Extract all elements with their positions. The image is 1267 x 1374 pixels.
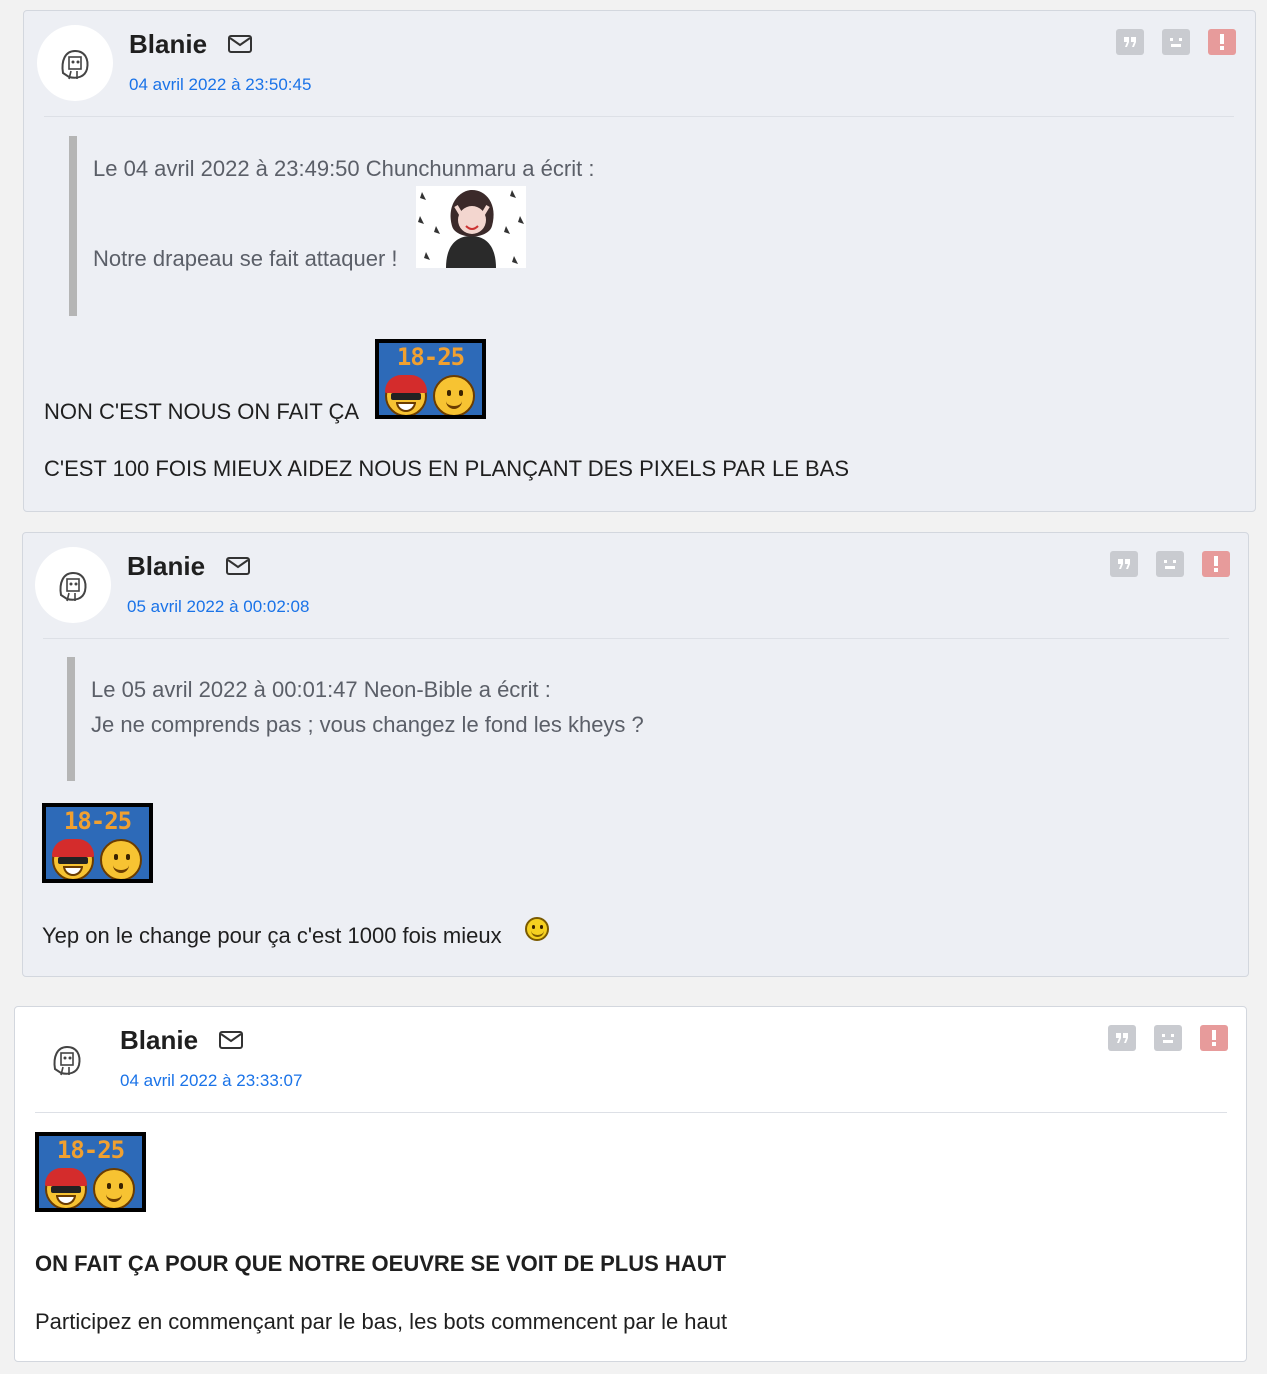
- post-actions: [1108, 1025, 1228, 1051]
- sticker-label: 18-25: [63, 807, 132, 835]
- post-text-line: NON C'EST NOUS ON FAIT ÇA: [44, 399, 360, 424]
- quote-header: Le 04 avril 2022 à 23:49:50 Chunchunmaru…: [93, 156, 595, 181]
- forum-post: Blanie 04 avril 2022 à 23:33:07 18-25 ON…: [14, 1006, 1247, 1362]
- post-text-line: ON FAIT ÇA POUR QUE NOTRE OEUVRE SE VOIT…: [35, 1251, 727, 1276]
- quote-icon: [1124, 37, 1136, 47]
- avatar[interactable]: [35, 547, 111, 623]
- quote-button[interactable]: [1110, 551, 1138, 577]
- post-separator: [35, 1112, 1227, 1113]
- report-button[interactable]: [1208, 29, 1236, 55]
- sticker-18-25[interactable]: 18-25: [375, 339, 486, 419]
- quote-header: Le 05 avril 2022 à 00:01:47 Neon-Bible a…: [91, 677, 551, 702]
- owl-avatar-icon: [61, 49, 89, 80]
- avatar[interactable]: [29, 1021, 105, 1097]
- sticker-18-25[interactable]: 18-25: [35, 1132, 146, 1212]
- sticker-18-25[interactable]: 18-25: [42, 803, 153, 883]
- quote-block: Le 05 avril 2022 à 00:01:47 Neon-Bible a…: [67, 657, 767, 781]
- smiley-icon: [525, 917, 549, 941]
- forum-post: Blanie 04 avril 2022 à 23:50:45 Le 04 av…: [23, 10, 1256, 512]
- sunglasses-face-icon: [385, 375, 427, 415]
- sad-face-icon: [1162, 1034, 1174, 1043]
- quote-block: Le 04 avril 2022 à 23:49:50 Chunchunmaru…: [69, 136, 769, 316]
- post-actions: [1110, 551, 1230, 577]
- sad-face-icon: [1164, 560, 1176, 569]
- sticker-label: 18-25: [56, 1136, 125, 1164]
- post-text-line: Participez en commençant par le bas, les…: [35, 1309, 728, 1334]
- quote-icon: [1118, 559, 1130, 569]
- report-icon: [1214, 556, 1218, 572]
- report-icon: [1212, 1030, 1216, 1046]
- post-separator: [44, 116, 1234, 117]
- sad-face-button[interactable]: [1162, 29, 1190, 55]
- sad-face-button[interactable]: [1154, 1025, 1182, 1051]
- mail-icon[interactable]: [219, 1031, 243, 1049]
- post-separator: [43, 638, 1229, 639]
- report-button[interactable]: [1202, 551, 1230, 577]
- post-text-line: C'EST 100 FOIS MIEUX AIDEZ NOUS EN PLANÇ…: [44, 456, 850, 481]
- post-text-line: Yep on le change pour ça c'est 1000 fois…: [42, 923, 502, 948]
- owl-avatar-icon: [53, 1045, 81, 1076]
- quote-icon: [1116, 1033, 1128, 1043]
- smile-face-icon: [93, 1168, 135, 1208]
- mail-icon[interactable]: [228, 35, 252, 53]
- quote-text: Je ne comprends pas ; vous changez le fo…: [91, 712, 644, 737]
- sunglasses-face-icon: [52, 839, 94, 879]
- author-name[interactable]: Blanie: [120, 1025, 198, 1056]
- smile-face-icon: [100, 839, 142, 879]
- mail-icon[interactable]: [226, 557, 250, 575]
- sunglasses-face-icon: [45, 1168, 87, 1208]
- quote-button[interactable]: [1116, 29, 1144, 55]
- author-name[interactable]: Blanie: [127, 551, 205, 582]
- sad-face-button[interactable]: [1156, 551, 1184, 577]
- quote-button[interactable]: [1108, 1025, 1136, 1051]
- post-date[interactable]: 04 avril 2022 à 23:50:45: [129, 75, 311, 95]
- post-actions: [1116, 29, 1236, 55]
- owl-avatar-icon: [59, 571, 87, 602]
- smile-face-icon: [433, 375, 475, 415]
- post-date[interactable]: 04 avril 2022 à 23:33:07: [120, 1071, 302, 1091]
- sad-face-icon: [1170, 38, 1182, 47]
- sticker-label: 18-25: [396, 343, 465, 371]
- quote-text: Notre drapeau se fait attaquer !: [93, 246, 398, 271]
- report-icon: [1220, 34, 1224, 50]
- post-date[interactable]: 05 avril 2022 à 00:02:08: [127, 597, 309, 617]
- report-button[interactable]: [1200, 1025, 1228, 1051]
- forum-post: Blanie 05 avril 2022 à 00:02:08 Le 05 av…: [22, 532, 1249, 977]
- avatar[interactable]: [37, 25, 113, 101]
- author-name[interactable]: Blanie: [129, 29, 207, 60]
- anime-sticker-image[interactable]: [416, 186, 526, 268]
